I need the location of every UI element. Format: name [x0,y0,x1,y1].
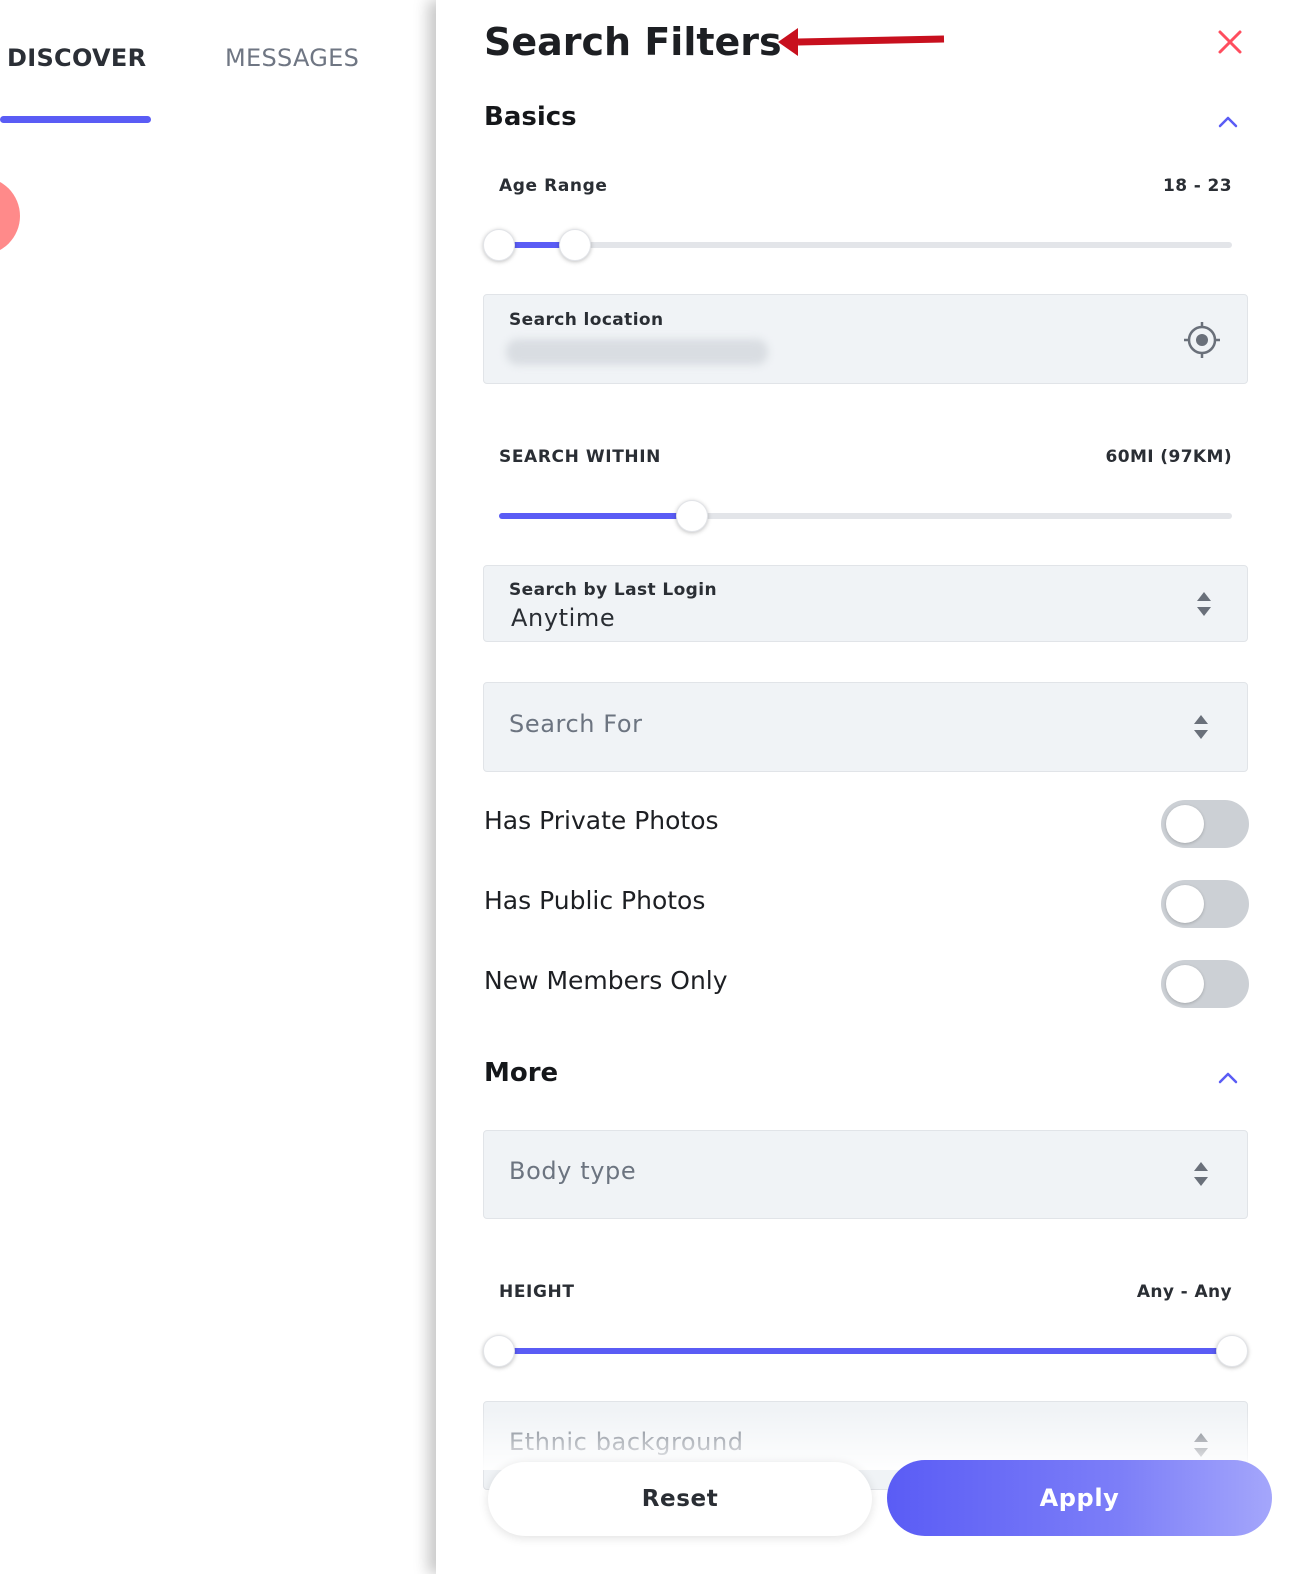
toggle-knob [1166,885,1204,923]
search-location-value-blurred[interactable] [506,339,768,365]
avatar[interactable] [0,177,20,255]
last-login-select[interactable]: Search by Last Login Anytime [483,565,1248,642]
private-photos-toggle[interactable] [1161,800,1249,848]
last-login-value: Anytime [511,604,616,632]
search-location-field[interactable]: Search location [483,294,1248,384]
search-within-value: 60MI (97KM) [1105,447,1232,467]
ethnic-background-placeholder: Ethnic background [509,1428,744,1456]
chevron-up-icon[interactable] [1216,113,1240,129]
sort-arrows-icon [1194,1433,1208,1457]
height-value: Any - Any [1136,1282,1232,1302]
chevron-up-icon[interactable] [1216,1069,1240,1085]
close-icon[interactable] [1216,28,1244,56]
new-members-toggle[interactable] [1161,960,1249,1008]
search-within-label: SEARCH WITHIN [499,447,661,467]
search-within-thumb[interactable] [676,500,708,532]
tab-messages[interactable]: MESSAGES [225,44,359,72]
age-range-max-thumb[interactable] [559,229,591,261]
toggle-knob [1166,805,1204,843]
height-label: HEIGHT [499,1282,575,1302]
locate-icon[interactable] [1182,320,1222,360]
height-max-thumb[interactable] [1216,1335,1248,1367]
drawer-title: Search Filters [484,20,782,64]
background-panel: DISCOVER MESSAGES [0,0,436,1574]
section-title-basics: Basics [484,102,577,132]
annotation-arrow-icon [778,28,945,56]
sort-arrows-icon [1197,592,1211,616]
toggle-knob [1166,965,1204,1003]
public-photos-label: Has Public Photos [484,886,706,915]
section-title-more: More [484,1058,559,1088]
search-filters-drawer: Search Filters Basics Age Range 18 - 23 … [436,0,1301,1574]
tab-discover[interactable]: DISCOVER [7,44,146,72]
apply-button[interactable]: Apply [887,1460,1272,1536]
age-range-min-thumb[interactable] [483,229,515,261]
age-range-value: 18 - 23 [1162,176,1232,196]
search-location-label: Search location [509,310,664,330]
age-range-track[interactable] [499,242,1232,248]
height-min-thumb[interactable] [483,1335,515,1367]
height-fill [499,1348,1232,1354]
sort-arrows-icon [1194,1162,1208,1186]
age-range-label: Age Range [499,176,608,196]
new-members-label: New Members Only [484,966,728,995]
search-for-select[interactable]: Search For [483,682,1248,772]
search-within-fill [499,513,691,519]
reset-button[interactable]: Reset [488,1462,872,1536]
active-tab-indicator [0,116,151,123]
sort-arrows-icon [1194,715,1208,739]
search-for-placeholder: Search For [509,710,643,738]
body-type-placeholder: Body type [509,1157,637,1185]
public-photos-toggle[interactable] [1161,880,1249,928]
private-photos-label: Has Private Photos [484,806,719,835]
body-type-select[interactable]: Body type [483,1130,1248,1219]
last-login-label: Search by Last Login [509,580,717,600]
